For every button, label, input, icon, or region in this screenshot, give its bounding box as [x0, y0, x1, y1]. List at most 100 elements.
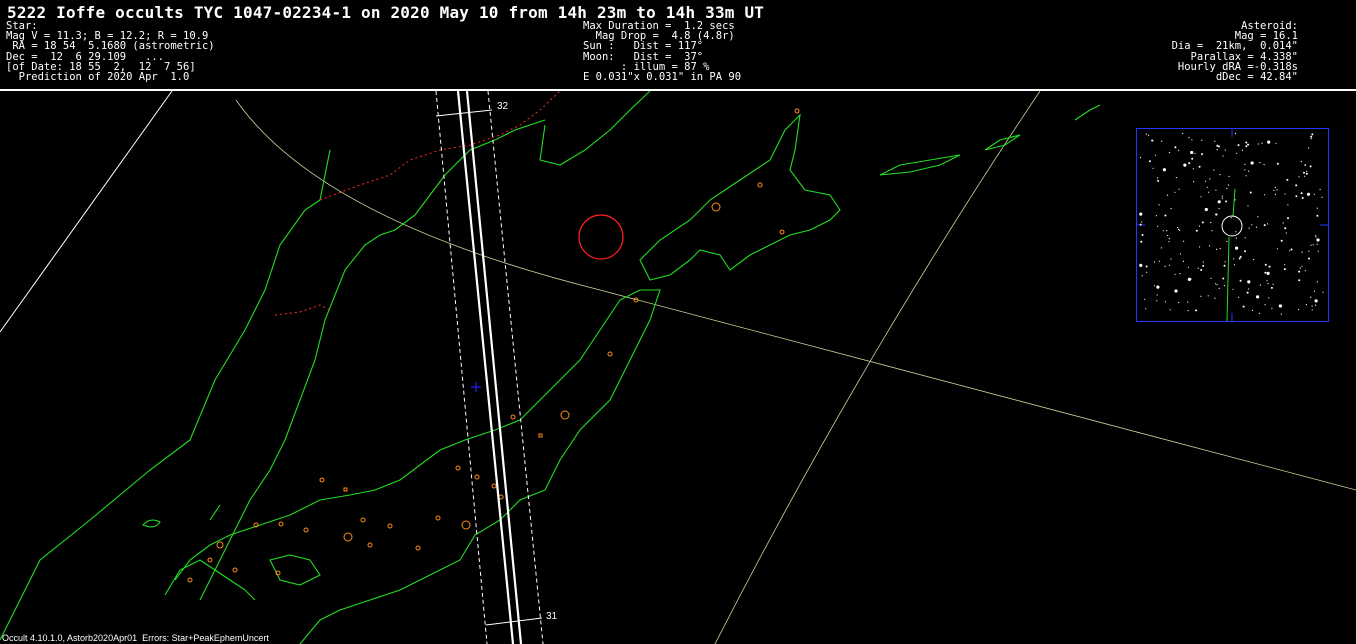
- field-star: [1162, 168, 1166, 172]
- field-star: [1298, 270, 1301, 273]
- field-star: [1215, 189, 1217, 191]
- field-star: [1157, 225, 1159, 227]
- field-star: [1310, 244, 1312, 246]
- field-star: [1247, 143, 1250, 146]
- field-star: [1316, 238, 1320, 242]
- field-star: [1178, 301, 1180, 304]
- field-star: [1280, 313, 1282, 315]
- field-star: [1241, 149, 1244, 151]
- field-star: [1182, 260, 1185, 262]
- field-star: [1264, 304, 1266, 306]
- field-star: [1222, 277, 1225, 280]
- field-star: [1202, 264, 1205, 267]
- field-star: [1169, 309, 1171, 311]
- field-star: [1300, 192, 1303, 195]
- field-star: [1141, 234, 1144, 236]
- field-star: [1207, 295, 1209, 297]
- field-star: [1141, 221, 1143, 223]
- field-star: [1156, 300, 1158, 302]
- field-star: [1239, 279, 1242, 282]
- field-star: [1308, 250, 1310, 252]
- field-star: [1256, 295, 1260, 299]
- field-star: [1290, 248, 1293, 251]
- field-star: [1268, 297, 1270, 299]
- field-star: [1226, 187, 1228, 189]
- field-star: [1193, 181, 1195, 183]
- field-star: [1287, 204, 1289, 206]
- field-star: [1246, 291, 1249, 294]
- field-star: [1208, 245, 1211, 247]
- field-star: [1264, 263, 1267, 266]
- field-star: [1282, 222, 1284, 224]
- field-star: [1157, 179, 1160, 182]
- field-star: [1245, 145, 1248, 148]
- field-star: [1204, 180, 1207, 182]
- field-star: [1139, 156, 1142, 159]
- field-star: [1248, 170, 1250, 172]
- field-star: [1275, 142, 1277, 144]
- field-star: [1276, 248, 1278, 250]
- field-star: [1304, 175, 1306, 177]
- field-star: [1154, 285, 1156, 287]
- field-star: [1304, 165, 1306, 167]
- field-star: [1214, 140, 1216, 142]
- field-star: [1161, 140, 1163, 142]
- field-star: [1250, 161, 1254, 165]
- field-star: [1247, 288, 1250, 290]
- field-star: [1170, 258, 1172, 260]
- field-star: [1315, 304, 1317, 306]
- field-star: [1187, 310, 1189, 312]
- field-star: [1321, 196, 1323, 198]
- field-star: [1263, 224, 1266, 227]
- field-star: [1233, 264, 1236, 266]
- field-star: [1255, 226, 1258, 228]
- field-star: [1312, 244, 1314, 246]
- event-info: Max Duration = 1.2 secs Mag Drop = 4.8 (…: [583, 21, 741, 83]
- field-star: [1219, 174, 1221, 176]
- field-star: [1144, 298, 1146, 300]
- field-star: [1213, 169, 1215, 171]
- field-star: [1238, 296, 1240, 298]
- field-star: [1283, 268, 1286, 271]
- field-star: [1215, 213, 1218, 216]
- field-star: [1210, 222, 1212, 224]
- field-star: [1194, 152, 1196, 155]
- field-star: [1178, 228, 1180, 230]
- field-star: [1201, 221, 1204, 224]
- field-star: [1218, 208, 1220, 210]
- field-star: [1168, 152, 1171, 154]
- field-star: [1223, 264, 1226, 267]
- field-star: [1187, 266, 1189, 268]
- field-star: [1314, 299, 1318, 303]
- field-star: [1305, 304, 1307, 306]
- field-star: [1224, 149, 1226, 151]
- national-border: [319, 91, 561, 201]
- field-star: [1187, 301, 1189, 303]
- field-star: [1228, 175, 1230, 177]
- field-star: [1208, 191, 1210, 193]
- field-star: [1298, 279, 1301, 282]
- field-star: [1219, 248, 1221, 250]
- field-star: [1148, 134, 1150, 136]
- field-star: [1264, 271, 1267, 274]
- field-star: [1230, 217, 1232, 219]
- field-star: [1197, 267, 1199, 269]
- field-star: [1238, 257, 1241, 260]
- field-star: [1306, 170, 1308, 172]
- field-star: [1304, 270, 1306, 272]
- field-star: [1174, 289, 1178, 293]
- path-time-label-top: 32: [497, 101, 509, 112]
- field-star: [1190, 150, 1194, 155]
- field-star: [1257, 216, 1259, 218]
- field-star: [1263, 194, 1266, 196]
- field-star: [1235, 231, 1237, 233]
- star-field: [1137, 129, 1328, 322]
- field-star: [1316, 214, 1319, 217]
- field-star: [1223, 285, 1225, 287]
- field-star: [1170, 208, 1172, 210]
- field-star: [1224, 261, 1226, 263]
- field-star: [1164, 214, 1167, 217]
- field-star: [1195, 229, 1198, 232]
- field-star: [1156, 285, 1160, 289]
- field-star: [1257, 143, 1259, 145]
